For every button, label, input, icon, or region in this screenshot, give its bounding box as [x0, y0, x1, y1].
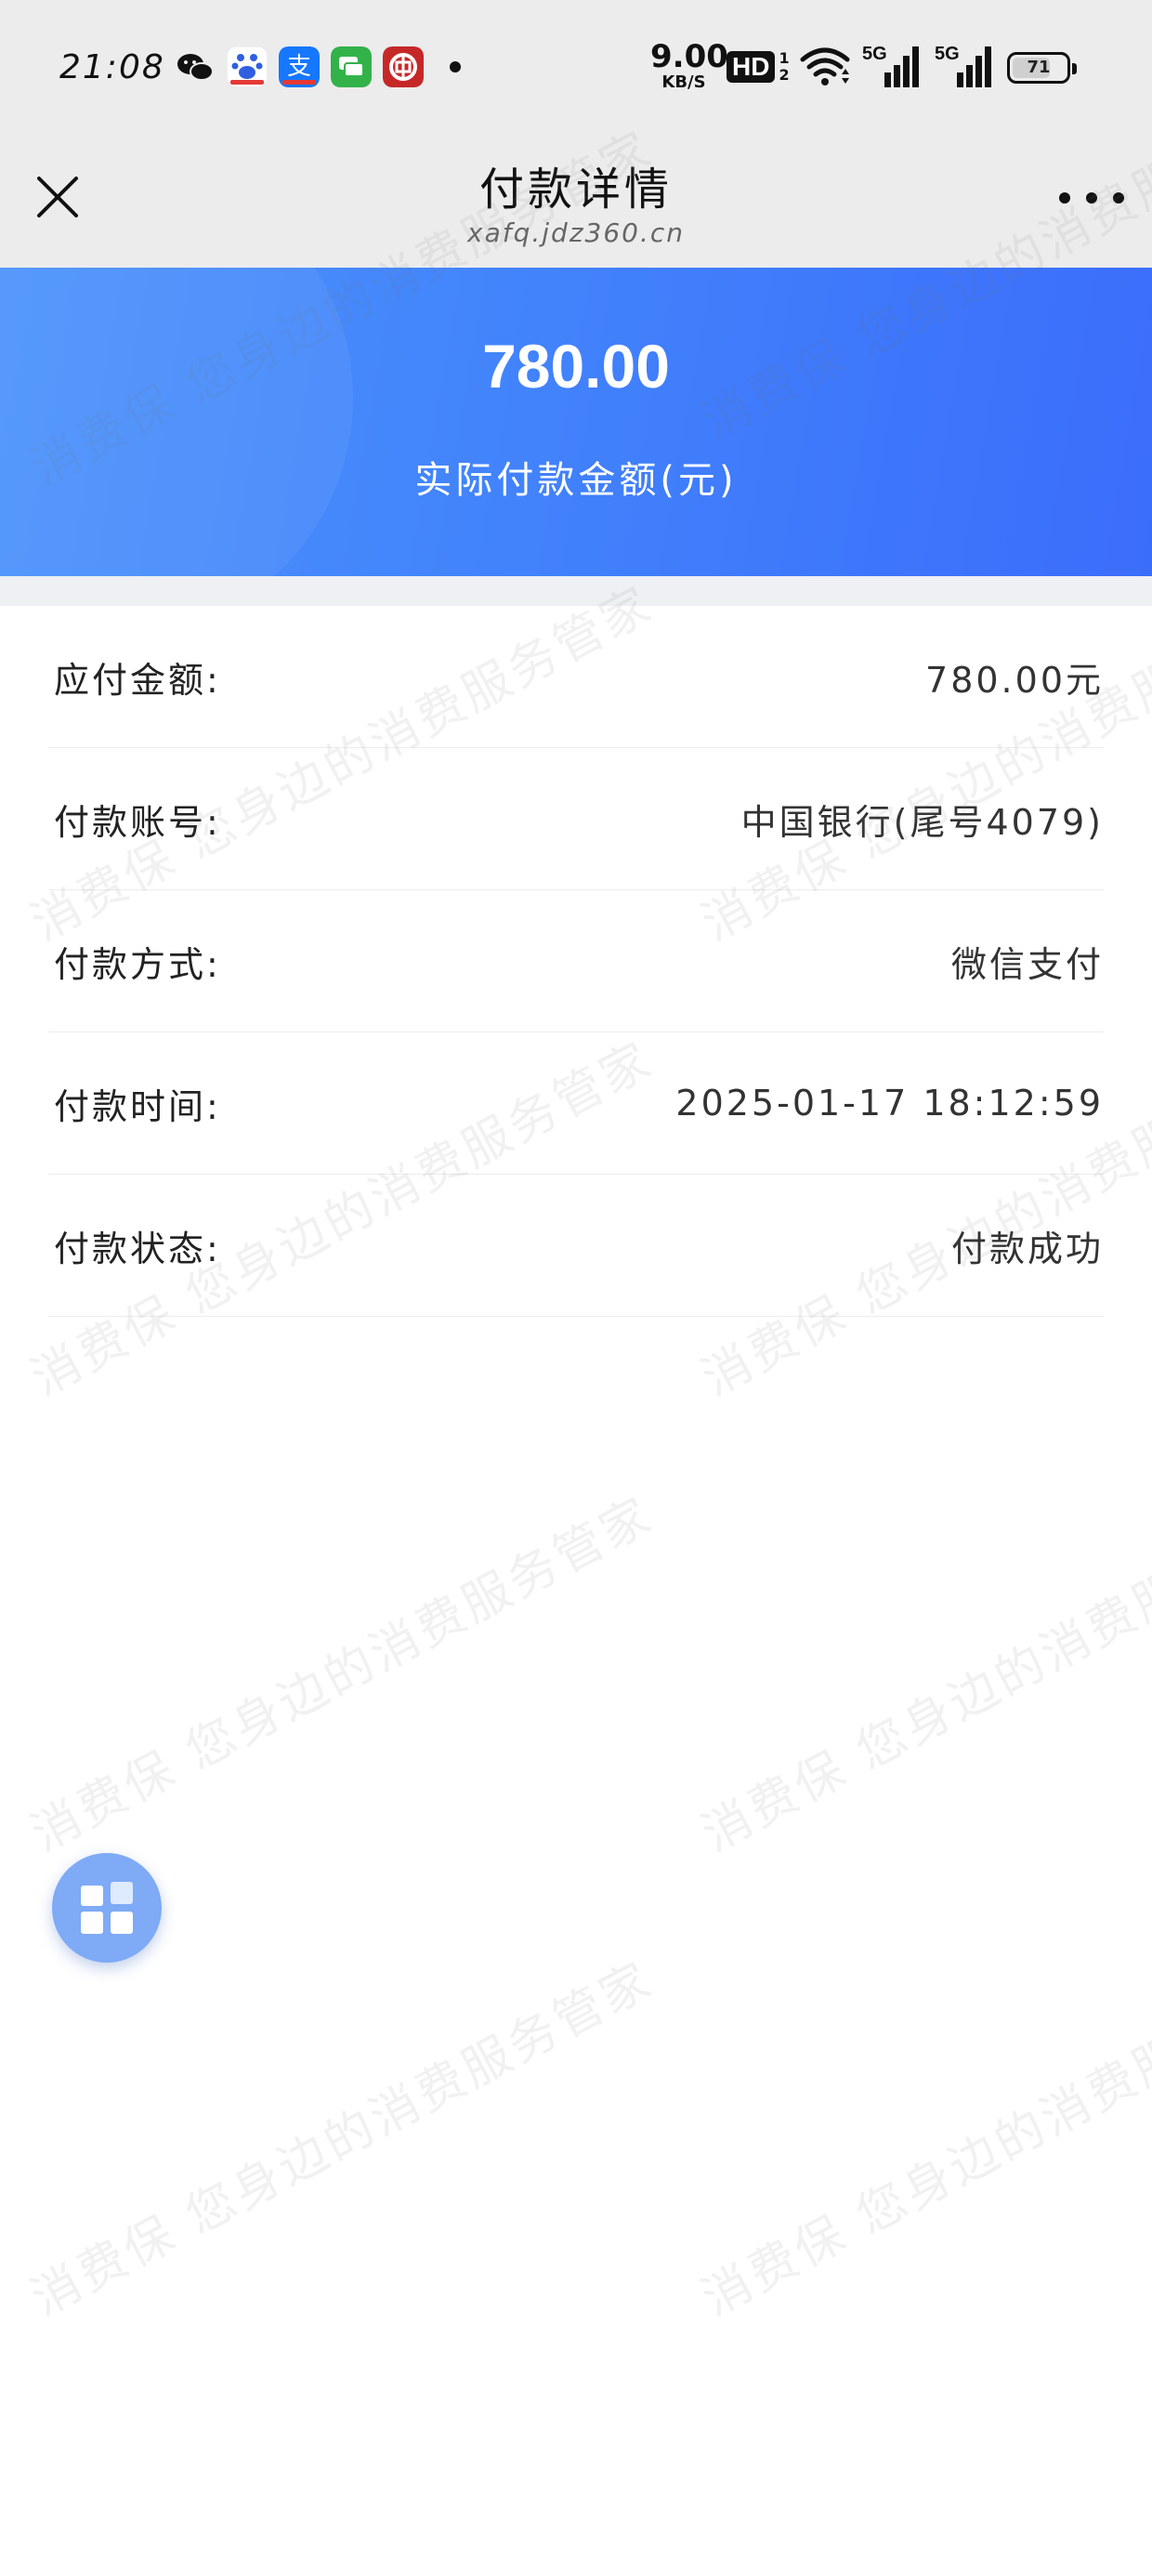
paid-amount-caption: 实际付款金额(元)	[414, 459, 738, 502]
wifi-icon	[800, 47, 850, 85]
detail-value: 2025-01-17 18:12:59	[675, 1083, 1104, 1124]
baidu-icon	[227, 46, 268, 87]
hd-badge: HD 1 2	[727, 48, 790, 85]
watermark: 消费保 您身边的消费服务管家	[22, 1487, 663, 1863]
watermark: 消费保 您身边的消费服务管家	[693, 1952, 1152, 2328]
page-title: 付款详情	[478, 164, 673, 216]
battery-icon: 71	[1007, 52, 1077, 84]
notification-dot	[450, 61, 461, 72]
grid-menu-icon	[81, 1882, 133, 1934]
network-speed-value: 9.00	[650, 38, 728, 75]
detail-value: 中国银行(尾号4079)	[740, 801, 1104, 843]
nav-bar: 付款详情 xafq.jdz360.cn	[0, 139, 1152, 268]
detail-label: 应付金额:	[54, 659, 221, 701]
network-speed: 9.00 KB/S	[650, 38, 728, 92]
detail-value: 微信支付	[950, 943, 1104, 985]
more-dot-icon	[1059, 192, 1070, 204]
messages-icon	[331, 46, 372, 87]
detail-row-payment-status: 付款状态: 付款成功	[48, 1175, 1104, 1317]
paid-amount: 780.00	[482, 332, 670, 401]
detail-label: 付款时间:	[54, 1085, 221, 1127]
status-bar: 21:08 支 9.00 KB/S HD 1 2 5G 5G 71	[0, 0, 1152, 139]
svg-text:支: 支	[287, 53, 311, 81]
network-speed-unit: KB/S	[661, 72, 706, 92]
detail-label: 付款方式:	[54, 943, 221, 985]
floating-menu-button[interactable]	[52, 1853, 162, 1963]
watermark: 消费保 您身边的消费服务管家	[22, 1952, 663, 2328]
signal-label-1: 5G	[862, 44, 887, 64]
alipay-icon: 支	[279, 46, 320, 87]
cellular-signal-1: 5G	[860, 41, 920, 93]
hd-label: HD	[727, 51, 776, 83]
cellular-signal-2: 5G	[933, 41, 992, 93]
more-menu-button[interactable]	[1059, 184, 1124, 212]
hd-sim-label: 1 2	[779, 49, 790, 84]
section-divider	[0, 576, 1152, 606]
detail-row-payment-time: 付款时间: 2025-01-17 18:12:59	[48, 1032, 1104, 1175]
detail-label: 付款状态:	[54, 1228, 221, 1269]
signal-label-2: 5G	[935, 44, 960, 64]
detail-row-payment-account: 付款账号: 中国银行(尾号4079)	[48, 748, 1104, 890]
page-url: xafq.jdz360.cn	[467, 217, 685, 248]
detail-row-payment-method: 付款方式: 微信支付	[48, 890, 1104, 1032]
detail-label: 付款账号:	[54, 801, 221, 843]
bank-of-china-icon	[383, 46, 424, 87]
more-dot-icon	[1113, 192, 1124, 204]
battery-level: 71	[1027, 58, 1051, 77]
detail-value: 付款成功	[950, 1228, 1104, 1269]
detail-row-amount-due: 应付金额: 780.00元	[48, 606, 1104, 748]
payment-details-list: 应付金额: 780.00元 付款账号: 中国银行(尾号4079) 付款方式: 微…	[0, 606, 1152, 1317]
watermark: 消费保 您身边的消费服务管家	[693, 1487, 1152, 1863]
payment-amount-banner: 780.00 实际付款金额(元)	[0, 268, 1152, 576]
more-dot-icon	[1086, 192, 1097, 204]
detail-value: 780.00元	[925, 659, 1104, 701]
wechat-icon	[177, 54, 214, 81]
status-time: 21:08	[59, 48, 165, 86]
